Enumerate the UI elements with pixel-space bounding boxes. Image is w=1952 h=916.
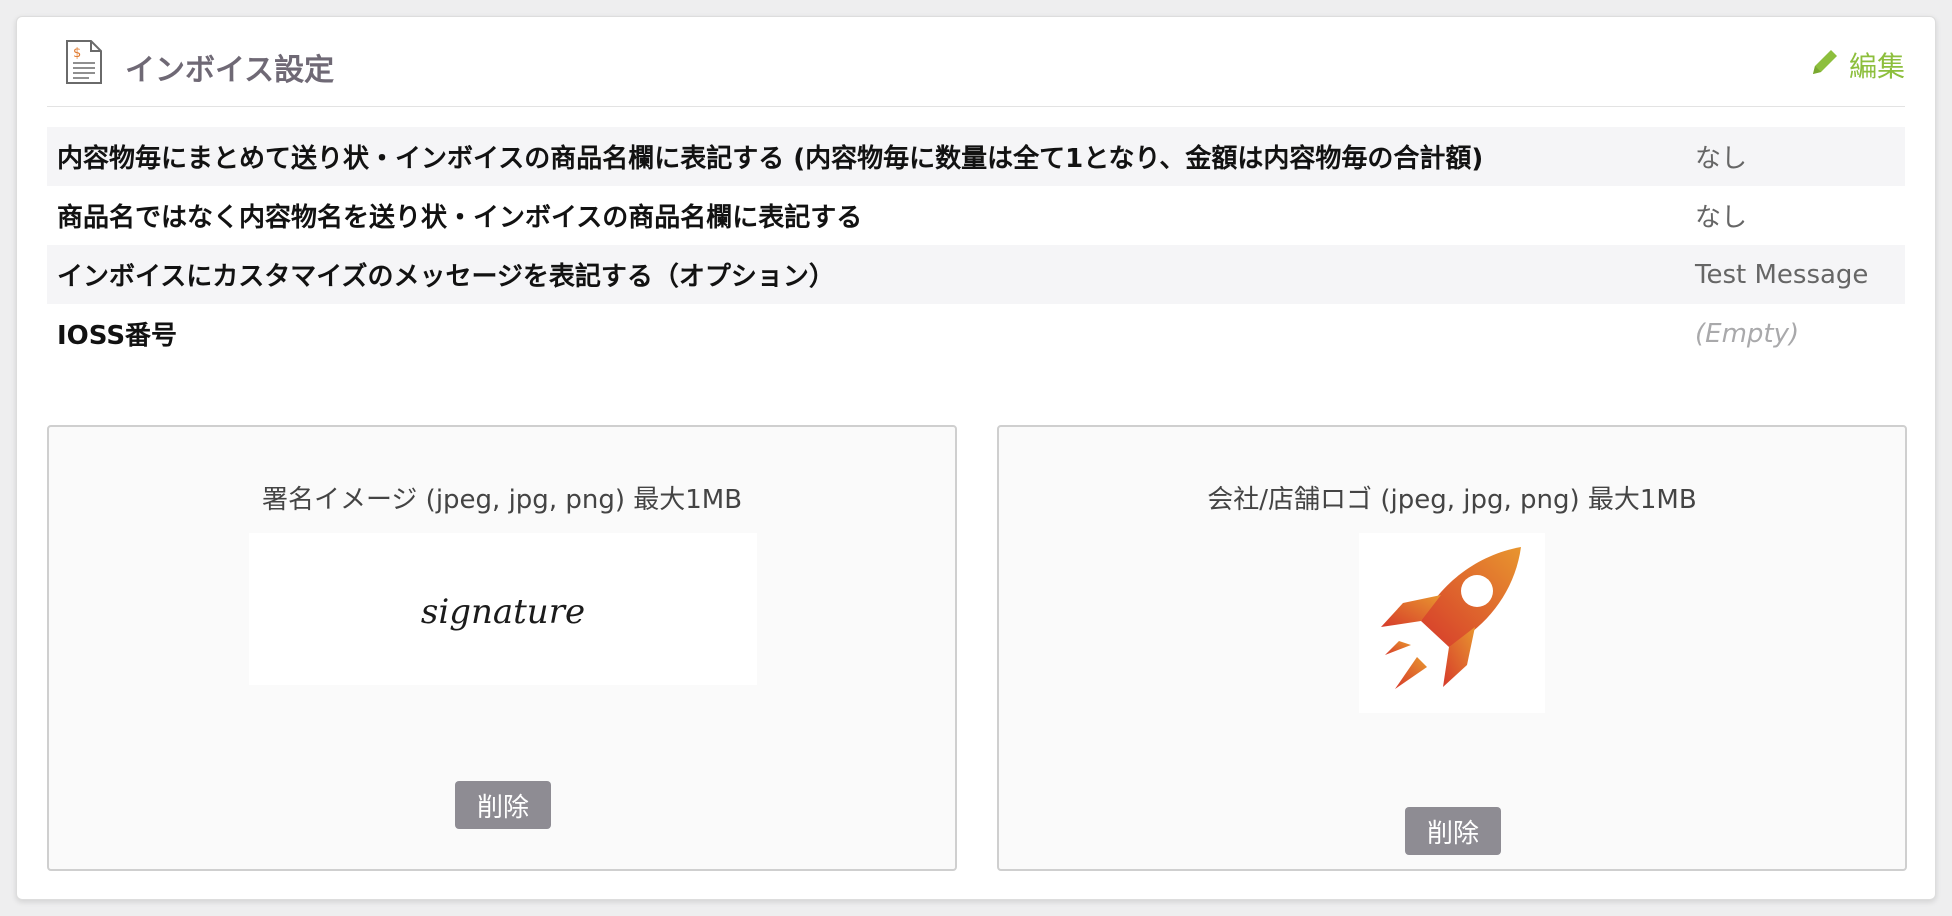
signature-text: signature: [421, 592, 585, 632]
invoice-settings-panel: $ インボイス設定 編集 内容物毎にまとめて送り状・インボイスの商品名欄に表記す…: [16, 16, 1936, 900]
signature-preview-image: signature: [249, 533, 757, 685]
setting-label: インボイスにカスタマイズのメッセージを表記する（オプション）: [57, 262, 835, 292]
edit-button[interactable]: 編集: [1809, 47, 1905, 83]
logo-upload-box[interactable]: 会社/店舗ロゴ (jpeg, jpg, png) 最大1MB 削除: [997, 425, 1907, 871]
delete-logo-button[interactable]: 削除: [1405, 807, 1501, 855]
logo-upload-title: 会社/店舗ロゴ (jpeg, jpg, png) 最大1MB: [1207, 485, 1697, 515]
edit-label: 編集: [1848, 50, 1905, 83]
settings-row: IOSS番号 (Empty): [47, 304, 1905, 363]
panel-header: $ インボイス設定 編集: [47, 17, 1905, 107]
pencil-icon: [1809, 46, 1841, 85]
setting-value: なし: [1695, 203, 1748, 233]
signature-upload-title: 署名イメージ (jpeg, jpg, png) 最大1MB: [261, 485, 743, 515]
settings-row: 内容物毎にまとめて送り状・インボイスの商品名欄に表記する (内容物毎に数量は全て…: [47, 127, 1905, 186]
setting-value: Test Message: [1695, 259, 1869, 290]
settings-table: 内容物毎にまとめて送り状・インボイスの商品名欄に表記する (内容物毎に数量は全て…: [47, 127, 1905, 363]
setting-value: なし: [1695, 144, 1748, 174]
setting-value: (Empty): [1695, 318, 1800, 349]
logo-preview-image: [1359, 533, 1545, 713]
setting-label: 内容物毎にまとめて送り状・インボイスの商品名欄に表記する (内容物毎に数量は全て…: [57, 144, 1484, 174]
invoice-document-icon: $: [65, 39, 103, 85]
setting-label: IOSS番号: [57, 321, 178, 351]
svg-text:$: $: [73, 46, 81, 61]
setting-label: 商品名ではなく内容物名を送り状・インボイスの商品名欄に表記する: [57, 203, 863, 233]
settings-row: 商品名ではなく内容物名を送り状・インボイスの商品名欄に表記する なし: [47, 186, 1905, 245]
delete-signature-button[interactable]: 削除: [455, 781, 551, 829]
rocket-icon: [1381, 547, 1521, 689]
settings-row: インボイスにカスタマイズのメッセージを表記する（オプション） Test Mess…: [47, 245, 1905, 304]
signature-upload-box[interactable]: 署名イメージ (jpeg, jpg, png) 最大1MB signature …: [47, 425, 957, 871]
page-title: インボイス設定: [125, 53, 335, 88]
